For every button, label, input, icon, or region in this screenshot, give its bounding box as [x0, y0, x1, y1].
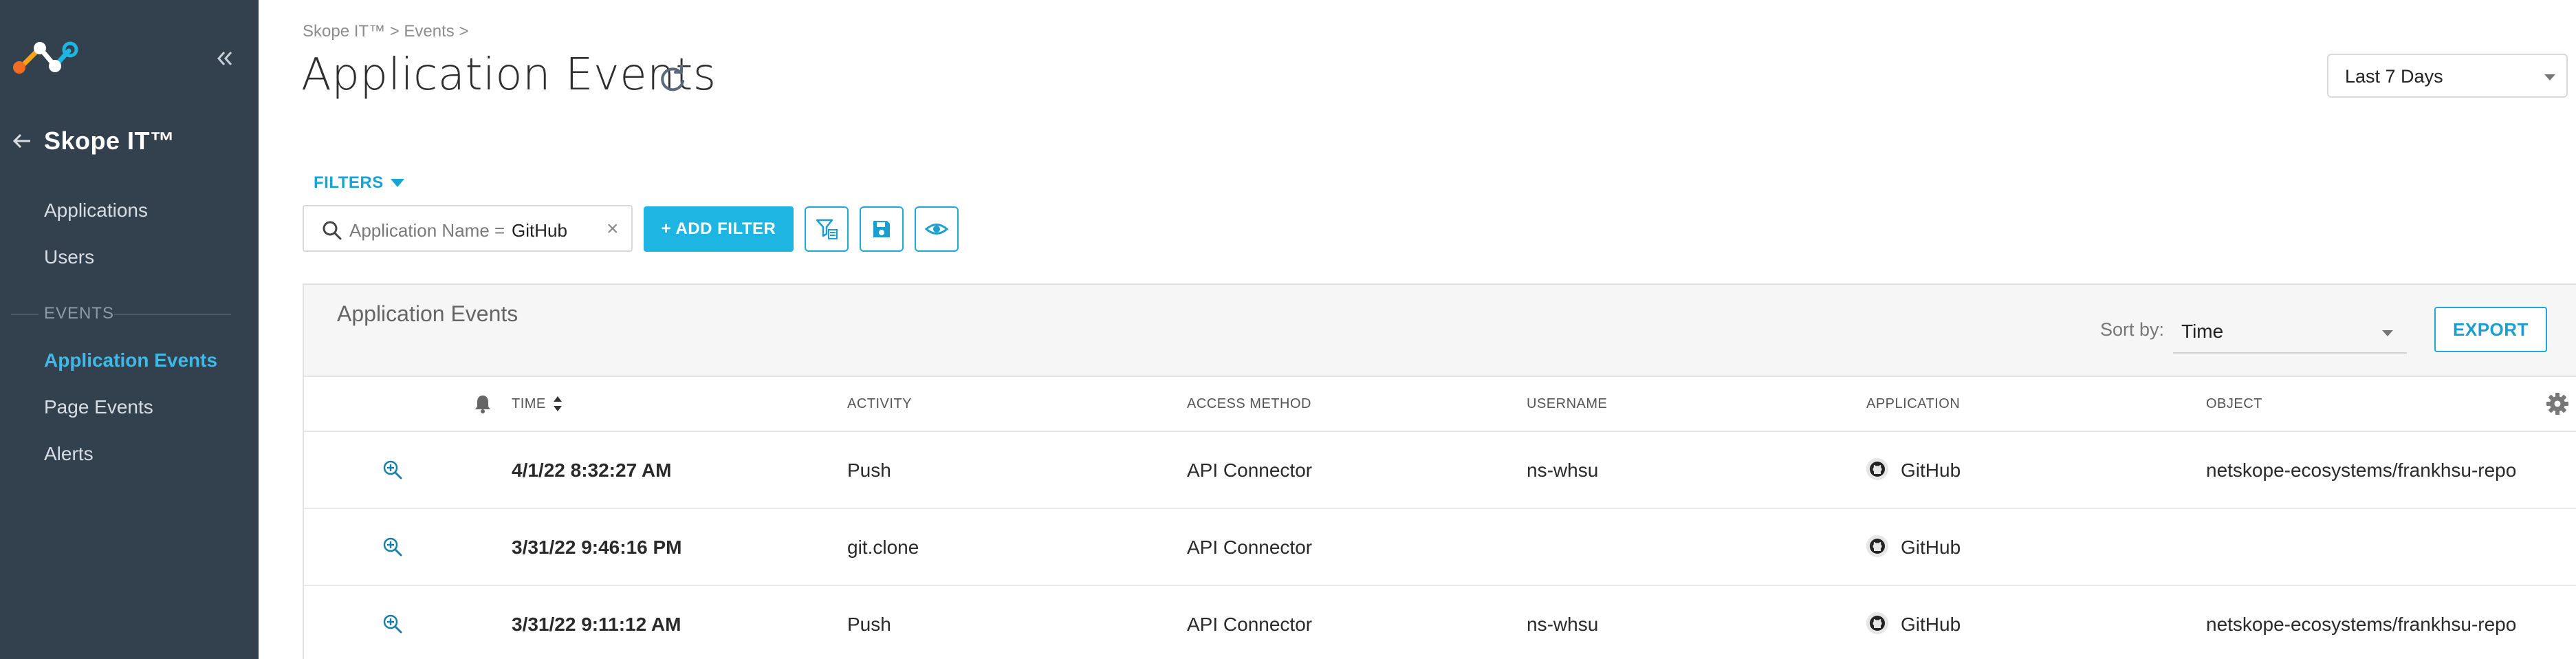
panel-title: Application Events [337, 301, 519, 326]
cell-activity: Push [847, 460, 891, 481]
add-filter-button[interactable]: + ADD FILTER [644, 206, 794, 252]
export-button[interactable]: EXPORT [2434, 307, 2547, 352]
sort-label: Sort by: [2100, 319, 2165, 340]
zoom-in-icon[interactable] [382, 537, 403, 557]
page-title: Application Events [301, 50, 717, 100]
gear-icon[interactable] [2546, 392, 2569, 415]
sort-arrows-icon[interactable] [553, 395, 563, 413]
caret-down-icon [390, 179, 404, 187]
netskope-logo-icon [13, 41, 78, 74]
refresh-icon[interactable] [656, 62, 689, 95]
column-header-application[interactable]: APPLICATION [1866, 396, 1960, 412]
divider [11, 314, 39, 315]
sidebar-title: Skope IT™ [44, 127, 175, 155]
collapse-sidebar-icon[interactable] [215, 48, 235, 69]
chevron-down-icon [2544, 74, 2555, 80]
time-range-select[interactable]: Last 7 Days [2327, 54, 2568, 98]
save-icon [873, 221, 890, 237]
cell-time: 3/31/22 9:11:12 AM [512, 614, 681, 635]
github-icon [1866, 458, 1888, 480]
sort-value: Time [2181, 321, 2224, 342]
sidebar: Skope IT™ Applications Users EVENTS Appl… [0, 0, 259, 659]
column-header-activity[interactable]: ACTIVITY [847, 396, 912, 412]
breadcrumb[interactable]: Skope IT™ > Events > [303, 22, 468, 41]
cell-application: GitHub [1901, 614, 1961, 635]
time-range-value: Last 7 Days [2345, 66, 2443, 87]
chevron-down-icon [2382, 330, 2393, 336]
zoom-in-icon[interactable] [382, 614, 403, 634]
table-row[interactable]: 4/1/22 8:32:27 AM Push API Connector ns-… [304, 432, 2576, 509]
arrow-left-icon [12, 133, 30, 149]
cell-username: ns-whsu [1527, 460, 1599, 481]
cell-application: GitHub [1901, 537, 1961, 558]
cell-access-method: API Connector [1187, 537, 1313, 558]
divider [114, 314, 231, 315]
column-header-time[interactable]: TIME [512, 396, 546, 412]
github-icon [1866, 612, 1888, 634]
filter-chip-application-name[interactable]: Application Name = GitHub × [303, 205, 633, 252]
sidebar-item-application-events[interactable]: Application Events [44, 349, 217, 371]
cell-access-method: API Connector [1187, 614, 1313, 635]
sidebar-item-applications[interactable]: Applications [44, 199, 148, 222]
eye-icon [925, 224, 948, 235]
panel-header: Application Events Sort by: Time EXPORT [304, 285, 2576, 377]
filters-label: FILTERS [314, 173, 384, 192]
cell-activity: Push [847, 614, 891, 635]
search-icon [323, 221, 342, 240]
back-to-skope-it[interactable]: Skope IT™ [11, 127, 175, 155]
cell-activity: git.clone [847, 537, 919, 558]
section-label-events: EVENTS [44, 304, 115, 323]
sidebar-item-alerts[interactable]: Alerts [44, 443, 94, 465]
cell-time: 3/31/22 9:46:16 PM [512, 537, 682, 558]
column-header-username[interactable]: USERNAME [1527, 396, 1607, 412]
bell-icon[interactable] [473, 393, 492, 414]
table-row[interactable]: 3/31/22 9:11:12 AM Push API Connector ns… [304, 586, 2576, 659]
sidebar-item-page-events[interactable]: Page Events [44, 396, 153, 418]
filter-list-icon [816, 219, 838, 239]
column-header-object[interactable]: OBJECT [2206, 396, 2262, 412]
filter-value: GitHub [512, 220, 567, 241]
cell-object: netskope-ecosystems/frankhsu-repo [2206, 614, 2517, 635]
events-panel: Application Events Sort by: Time EXPORT … [303, 283, 2576, 659]
close-icon[interactable]: × [607, 217, 619, 241]
github-icon [1866, 535, 1888, 557]
sidebar-item-users[interactable]: Users [44, 246, 94, 268]
save-filter-button[interactable] [860, 206, 904, 252]
sort-select[interactable]: Time [2173, 311, 2407, 354]
filter-list-button[interactable] [805, 206, 849, 252]
cell-access-method: API Connector [1187, 460, 1313, 481]
zoom-in-icon[interactable] [382, 460, 403, 480]
filters-toggle[interactable]: FILTERS [314, 173, 404, 193]
column-header-access-method[interactable]: ACCESS METHOD [1187, 396, 1311, 412]
table-row[interactable]: 3/31/22 9:46:16 PM git.clone API Connect… [304, 509, 2576, 586]
cell-username: ns-whsu [1527, 614, 1599, 635]
view-button[interactable] [915, 206, 959, 252]
cell-time: 4/1/22 8:32:27 AM [512, 460, 672, 481]
cell-object: netskope-ecosystems/frankhsu-repo [2206, 460, 2517, 481]
cell-application: GitHub [1901, 460, 1961, 481]
filter-key: Application Name = [349, 220, 505, 241]
